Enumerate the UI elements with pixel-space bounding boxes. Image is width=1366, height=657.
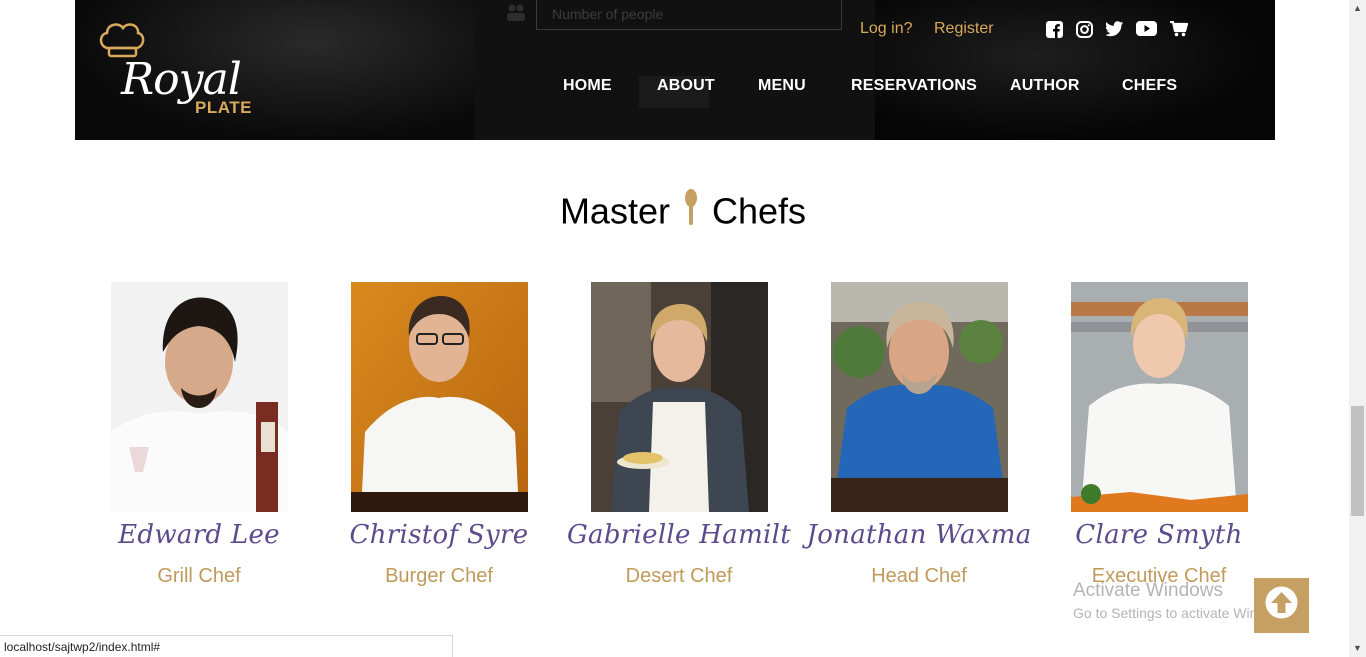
activate-windows-title: Activate Windows — [1073, 580, 1223, 601]
status-url: localhost/sajtwp2/index.html# — [4, 640, 161, 654]
back-to-top-button[interactable] — [1254, 578, 1309, 633]
chef-photo — [591, 282, 768, 512]
nav-menu[interactable]: MENU — [758, 77, 806, 95]
nav-home[interactable]: HOME — [563, 77, 612, 95]
chef-role: Burger Chef — [385, 565, 493, 587]
section-title: Master Chefs — [0, 188, 1366, 234]
chef-name: Clare Smyth — [1075, 520, 1243, 550]
page-scrollbar[interactable] — [1349, 0, 1366, 657]
chef-photo — [111, 282, 288, 512]
logo-subword: PLATE — [195, 98, 252, 117]
spoon-icon — [684, 188, 698, 234]
chef-photo — [831, 282, 1008, 512]
royal-plate-logo[interactable]: Royal PLATE — [95, 18, 255, 128]
chef-photo — [351, 282, 528, 512]
chef-card — [831, 282, 1008, 512]
chef-card — [591, 282, 768, 512]
section-title-right: Chefs — [712, 190, 807, 232]
chef-role: Head Chef — [871, 565, 967, 587]
section-title-left: Master — [559, 190, 670, 232]
nav-author[interactable]: AUTHOR — [1010, 77, 1080, 95]
chef-photo — [1071, 282, 1248, 512]
site-header: Number of people Royal PLATE Log in? Reg… — [75, 0, 1275, 140]
chef-name: Jonathan Waxma — [806, 520, 1032, 550]
nav-reservations[interactable]: RESERVATIONS — [851, 77, 977, 95]
nav-about[interactable]: ABOUT — [657, 77, 715, 95]
scrollbar-thumb[interactable] — [1351, 406, 1364, 516]
twitter-icon[interactable] — [1104, 21, 1124, 42]
scroll-up-arrow-icon[interactable]: ▲ — [1349, 0, 1366, 17]
browser-status-bar: localhost/sajtwp2/index.html# — [0, 635, 453, 657]
instagram-icon[interactable] — [1076, 21, 1093, 43]
chef-name: Edward Lee — [118, 520, 280, 550]
people-icon — [505, 2, 527, 29]
arrow-up-icon — [1265, 586, 1298, 619]
chef-name: Gabrielle Hamilt — [566, 520, 792, 550]
facebook-icon[interactable] — [1046, 21, 1063, 43]
chef-hat-icon — [99, 23, 145, 58]
chef-card — [351, 282, 528, 512]
login-link[interactable]: Log in? — [860, 20, 913, 38]
youtube-icon[interactable] — [1136, 21, 1157, 41]
scroll-down-arrow-icon[interactable]: ▼ — [1349, 640, 1366, 657]
register-link[interactable]: Register — [934, 20, 994, 38]
nav-chefs[interactable]: CHEFS — [1122, 77, 1177, 95]
chef-role: Desert Chef — [625, 565, 733, 587]
number-of-people-input: Number of people — [536, 0, 842, 30]
chef-role: Grill Chef — [157, 565, 241, 587]
chef-card — [111, 282, 288, 512]
cart-icon[interactable] — [1170, 20, 1189, 42]
chef-name: Christof Syre — [349, 520, 529, 550]
chef-card — [1071, 282, 1248, 512]
